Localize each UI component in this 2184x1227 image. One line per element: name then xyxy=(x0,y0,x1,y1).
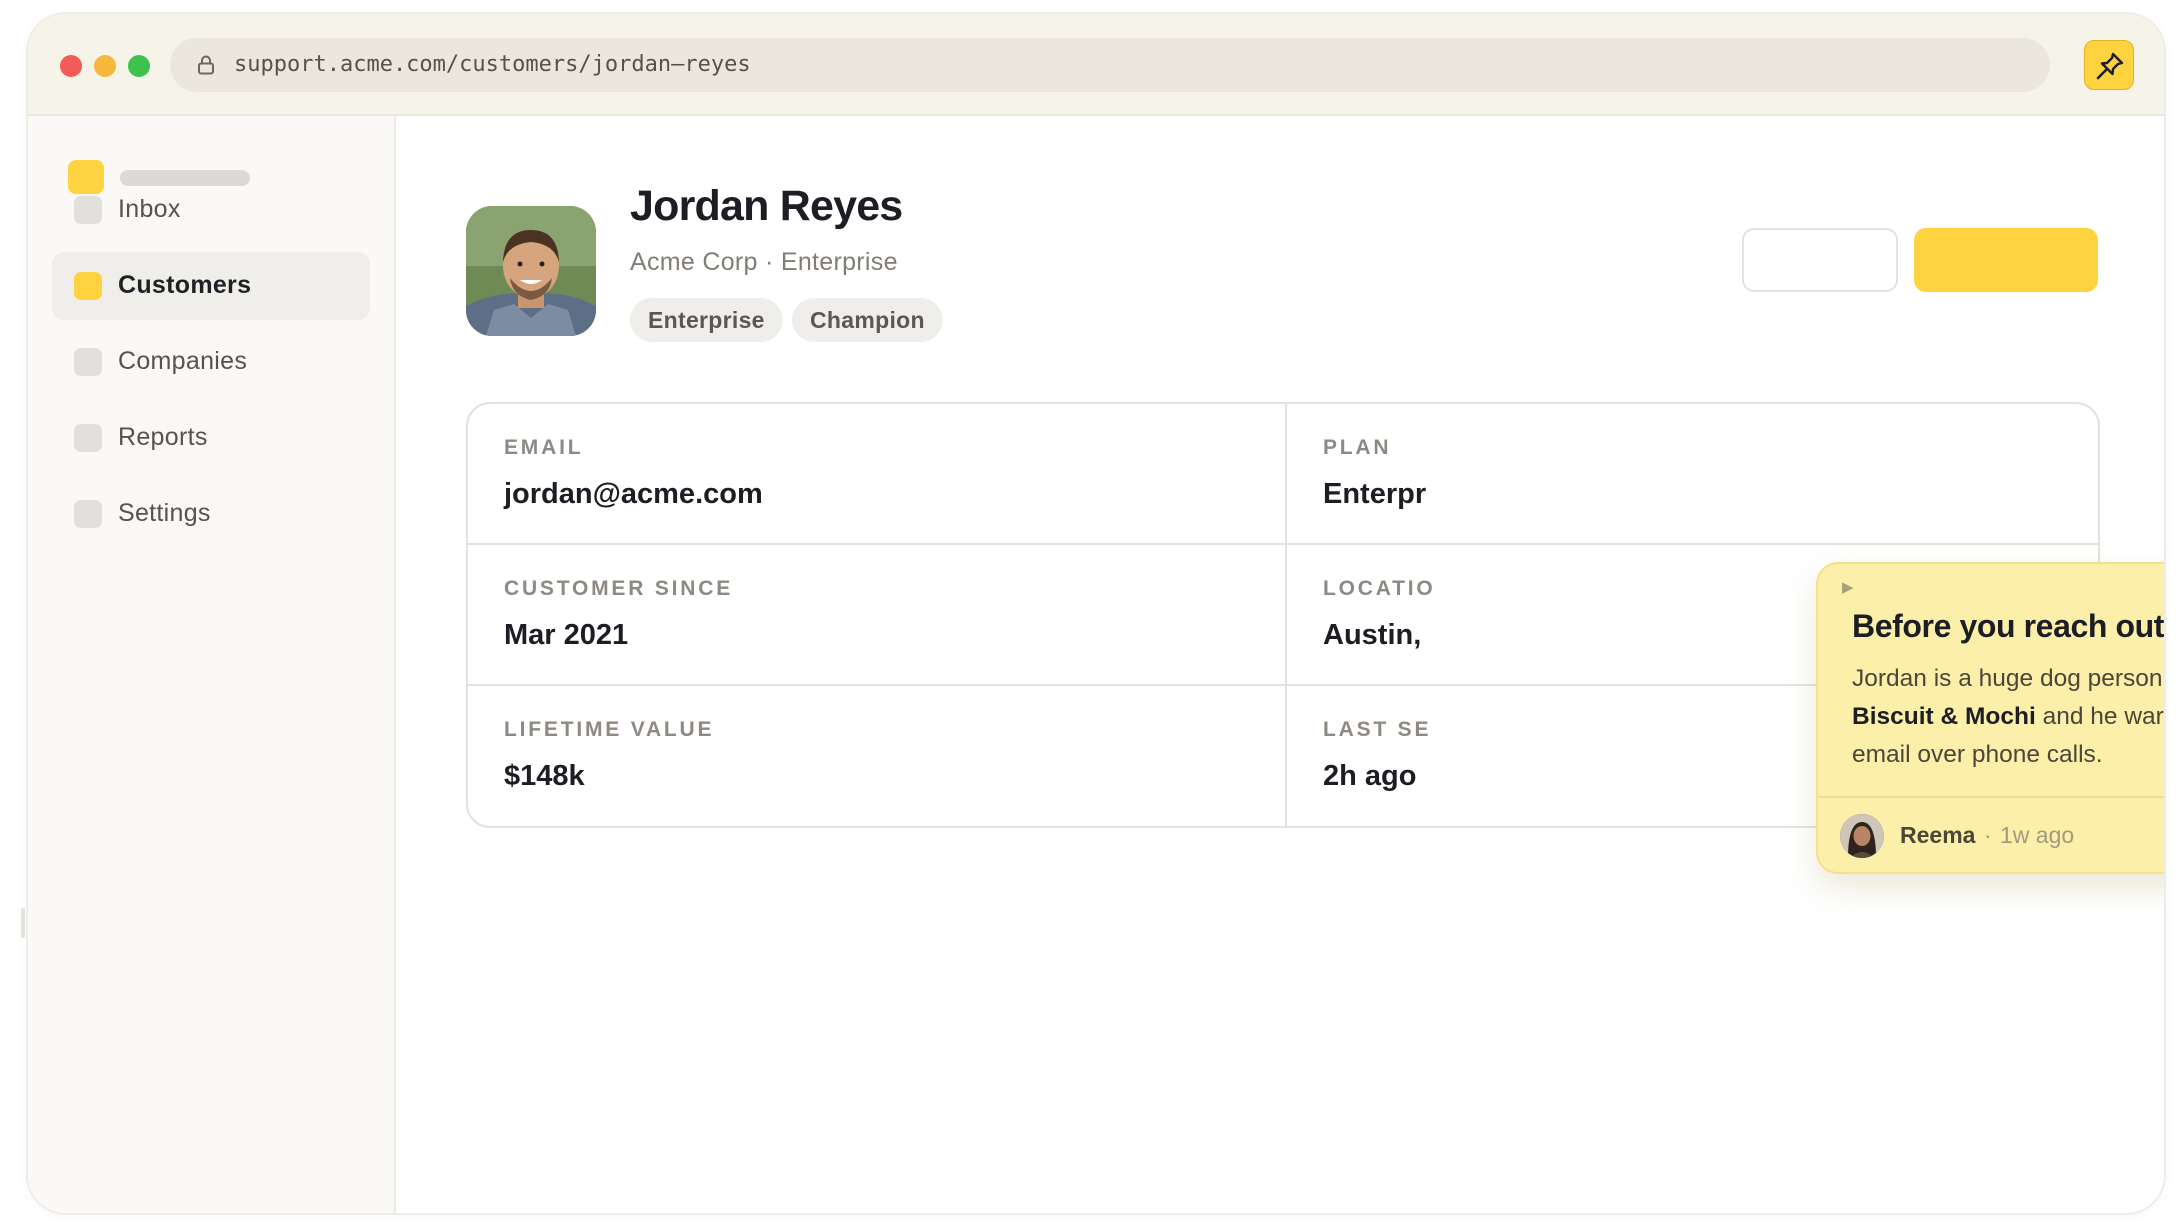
plan-label: PLAN xyxy=(1323,436,1392,459)
url-text: support.acme.com/customers/jordan–reyes xyxy=(234,52,751,77)
sidebar-item-inbox[interactable]: Inbox xyxy=(52,176,370,244)
address-bar[interactable]: support.acme.com/customers/jordan–reyes xyxy=(170,38,2050,92)
note-body-highlight: Biscuit & Mochi xyxy=(1852,703,2036,730)
minimize-window-button[interactable] xyxy=(94,55,116,77)
primary-action-button[interactable] xyxy=(1914,228,2098,292)
companies-icon xyxy=(74,348,102,376)
sidebar: Inbox Customers Companies Reports Settin… xyxy=(28,116,396,1213)
reports-icon xyxy=(74,424,102,452)
resize-handle[interactable] xyxy=(21,908,25,938)
lock-icon xyxy=(198,55,214,75)
sidebar-item-label: Settings xyxy=(118,499,211,527)
customer-since-field: CUSTOMER SINCE Mar 2021 xyxy=(468,545,1285,686)
lifetime-value-label: LIFETIME VALUE xyxy=(504,718,715,741)
customer-since-label: CUSTOMER SINCE xyxy=(504,577,733,600)
pin-icon xyxy=(2096,52,2124,80)
customer-since-value: Mar 2021 xyxy=(504,619,629,651)
email-value[interactable]: jordan@acme.com xyxy=(504,478,763,511)
last-seen-label: LAST SE xyxy=(1323,718,1432,741)
sidebar-item-label: Inbox xyxy=(118,195,181,223)
sidebar-item-reports[interactable]: Reports xyxy=(52,404,370,472)
tag-enterprise[interactable]: Enterprise xyxy=(630,298,783,342)
lifetime-value-value: $148k xyxy=(504,760,585,792)
lifetime-value-field: LIFETIME VALUE $148k xyxy=(468,686,1285,826)
note-author: Reema xyxy=(1900,822,1976,848)
note-timestamp: 1w ago xyxy=(2000,822,2075,848)
note-body-text: Jordan is a huge dog person 🐕 — ask abou… xyxy=(1852,665,2164,692)
plan-field: PLAN Enterpr xyxy=(1285,404,2098,545)
sidebar-item-label: Companies xyxy=(118,347,248,375)
inbox-icon xyxy=(74,196,102,224)
settings-icon xyxy=(74,500,102,528)
note-separator: · xyxy=(1984,822,1992,848)
sidebar-item-settings[interactable]: Settings xyxy=(52,480,370,548)
location-value: Austin, xyxy=(1323,619,1422,651)
pin-extension-button[interactable] xyxy=(2084,40,2134,90)
sidebar-item-label: Customers xyxy=(118,271,252,299)
sidebar-item-label: Reports xyxy=(118,423,208,451)
sidebar-item-companies[interactable]: Companies xyxy=(52,328,370,396)
email-label: EMAIL xyxy=(504,436,584,459)
tag-champion[interactable]: Champion xyxy=(792,298,943,342)
customer-avatar xyxy=(466,206,596,336)
close-window-button[interactable] xyxy=(60,55,82,77)
note-title: Before you reach out xyxy=(1852,608,2165,644)
email-field: EMAIL jordan@acme.com xyxy=(468,404,1285,545)
collapse-caret-icon[interactable]: ▶ xyxy=(1842,578,1854,596)
sticky-note[interactable]: ▶ Before you reach out Jordan is a huge … xyxy=(1816,562,2165,874)
location-label: LOCATIO xyxy=(1323,577,1436,600)
secondary-action-button[interactable] xyxy=(1742,228,1898,292)
author-avatar xyxy=(1840,814,1884,858)
browser-titlebar: support.acme.com/customers/jordan–reyes xyxy=(28,14,2164,116)
last-seen-value: 2h ago xyxy=(1323,760,1417,792)
customers-icon xyxy=(74,272,102,300)
maximize-window-button[interactable] xyxy=(128,55,150,77)
plan-value: Enterpr xyxy=(1323,478,1427,510)
sidebar-item-customers[interactable]: Customers xyxy=(52,252,370,320)
note-footer: Reema · 1w ago 2 xyxy=(1818,796,2164,872)
customer-company: Acme Corp · Enterprise xyxy=(630,248,898,276)
customer-detail-page: Jordan Reyes Acme Corp · Enterprise Ente… xyxy=(398,116,2165,1213)
browser-window: support.acme.com/customers/jordan–reyes … xyxy=(26,12,2166,1215)
customer-name: Jordan Reyes xyxy=(630,182,903,230)
note-body: Jordan is a huge dog person 🐕 — ask abou… xyxy=(1852,660,2164,774)
